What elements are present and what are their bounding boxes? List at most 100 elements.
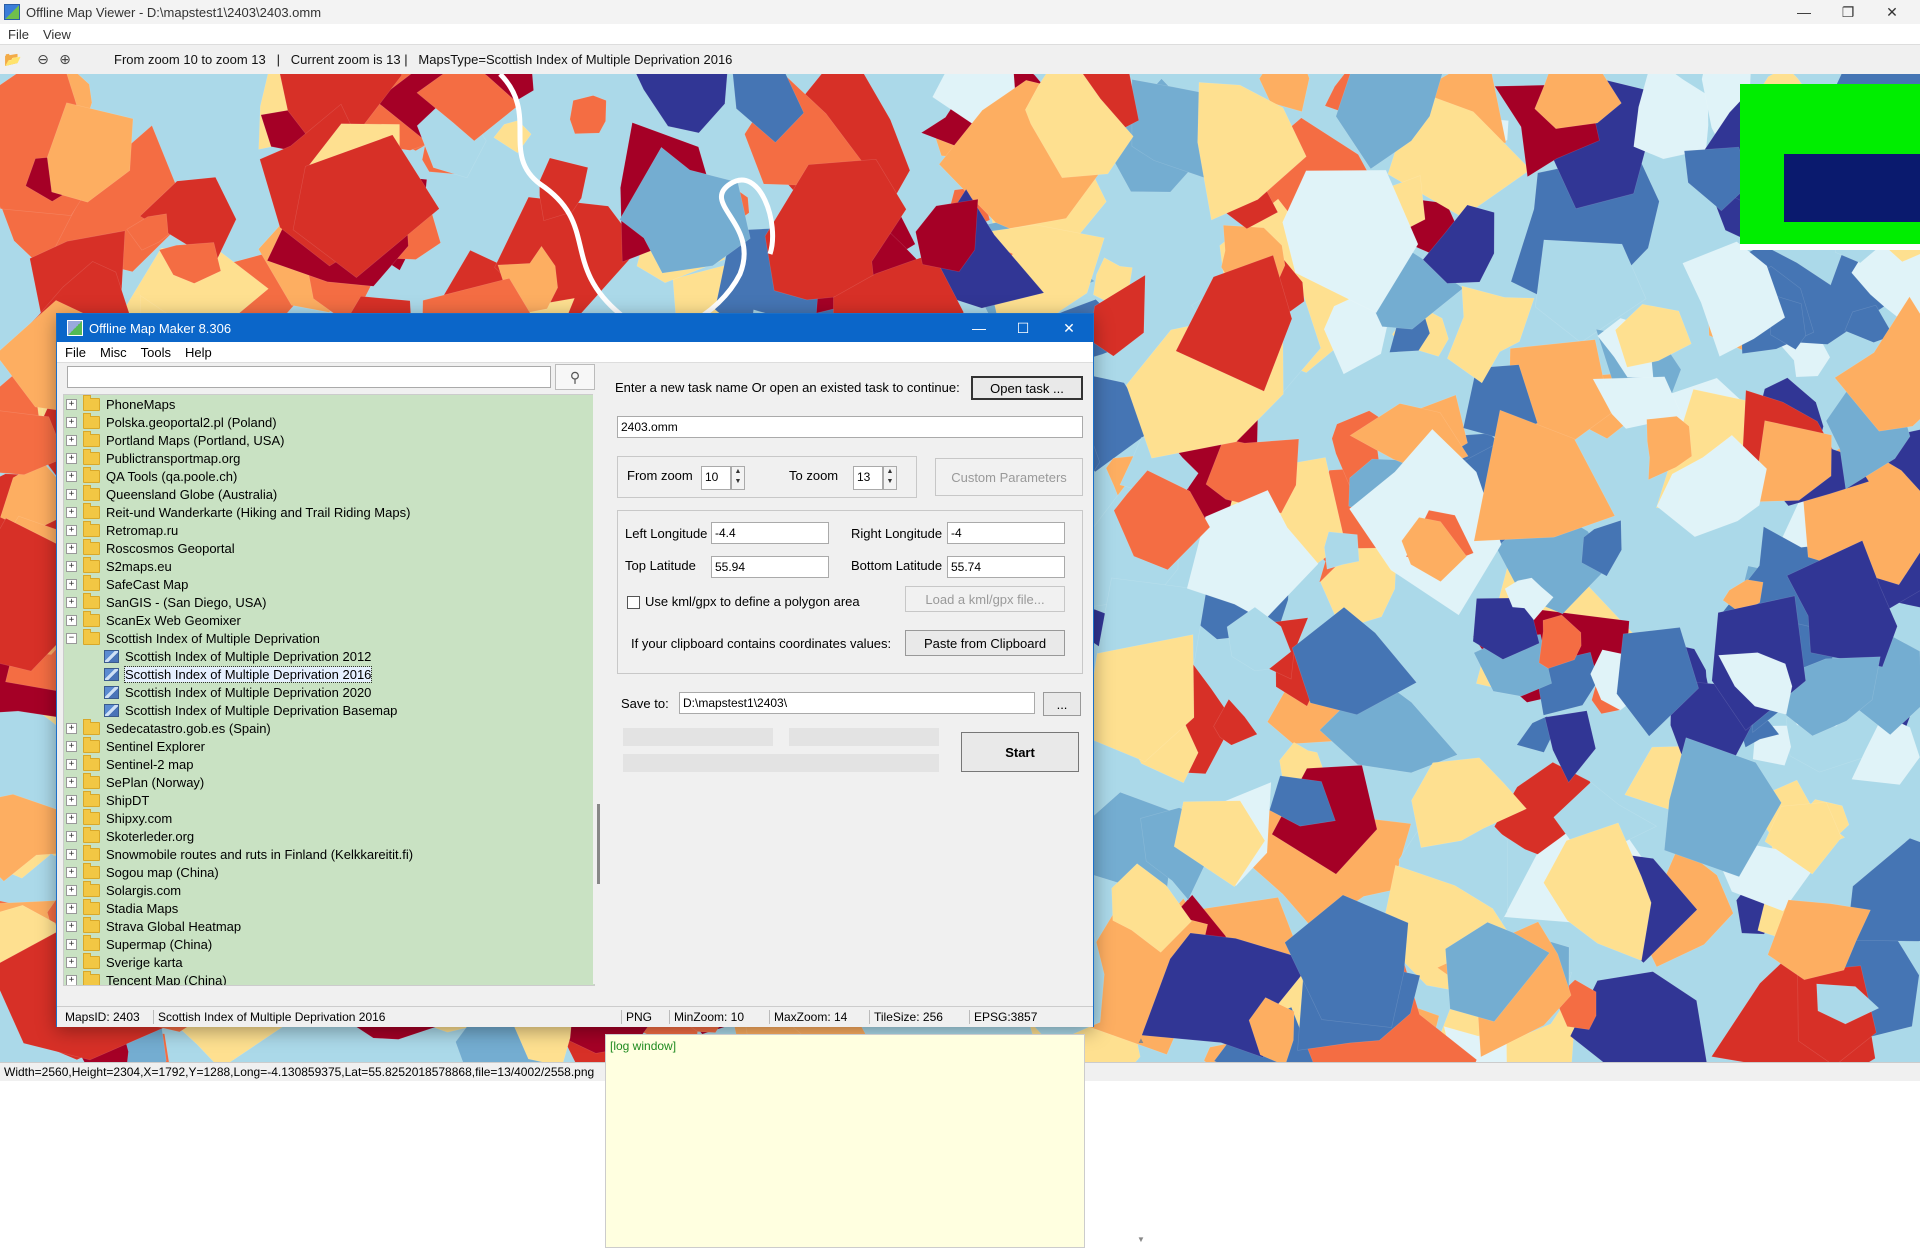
dialog-minimize-icon[interactable]: —: [957, 314, 1001, 342]
menu-file[interactable]: File: [8, 27, 29, 42]
top-latitude-input[interactable]: 55.94: [711, 556, 829, 578]
tree-item[interactable]: Scottish Index of Multiple Deprivation B…: [64, 701, 397, 719]
zoom-out-icon[interactable]: ⊖: [34, 51, 52, 69]
expand-icon[interactable]: +: [66, 812, 77, 824]
tree-item[interactable]: + SafeCast Map: [64, 574, 188, 593]
left-longitude-input[interactable]: -4.4: [711, 522, 829, 544]
tree-item[interactable]: + ScanEx Web Geomixer: [64, 610, 241, 629]
expand-icon[interactable]: +: [66, 938, 77, 950]
restore-icon[interactable]: ❐: [1826, 0, 1870, 24]
expand-icon[interactable]: +: [66, 830, 77, 842]
expand-icon[interactable]: +: [66, 974, 77, 985]
expand-icon[interactable]: +: [66, 758, 77, 770]
tree-scrollbar[interactable]: [593, 394, 605, 984]
tree-item[interactable]: + Sverige karta: [64, 952, 183, 971]
expand-icon[interactable]: +: [66, 884, 77, 896]
tree-item[interactable]: + Sogou map (China): [64, 862, 219, 881]
tree-item[interactable]: + Portland Maps (Portland, USA): [64, 430, 284, 449]
to-zoom-input[interactable]: 13: [853, 466, 883, 490]
tree-item[interactable]: Scottish Index of Multiple Deprivation 2…: [64, 683, 371, 701]
tree-item[interactable]: + Stadia Maps: [64, 898, 178, 917]
tree-item[interactable]: + Skoterleder.org: [64, 826, 194, 845]
load-kml-button[interactable]: Load a kml/gpx file...: [905, 586, 1065, 612]
search-button[interactable]: ⚲: [555, 364, 595, 390]
tree-item[interactable]: + Reit-und Wanderkarte (Hiking and Trail …: [64, 502, 410, 521]
collapse-icon[interactable]: −: [66, 632, 77, 644]
tree-item[interactable]: + Publictransportmap.org: [64, 448, 240, 467]
expand-icon[interactable]: +: [66, 614, 77, 626]
log-scrollbar[interactable]: ▲ ▼: [1135, 1034, 1147, 1246]
bottom-latitude-input[interactable]: 55.74: [947, 556, 1065, 578]
save-to-input[interactable]: D:\mapstest1\2403\: [679, 692, 1035, 714]
tree-item[interactable]: + SanGIS - (San Diego, USA): [64, 592, 266, 611]
expand-icon[interactable]: +: [66, 488, 77, 500]
expand-icon[interactable]: +: [66, 434, 77, 446]
tree-item[interactable]: + Solargis.com: [64, 880, 181, 899]
tree-item[interactable]: + Sedecatastro.gob.es (Spain): [64, 718, 271, 737]
tree-item[interactable]: Scottish Index of Multiple Deprivation 2…: [64, 647, 371, 665]
expand-icon[interactable]: +: [66, 722, 77, 734]
tree-item[interactable]: − Scottish Index of Multiple Deprivation: [64, 628, 320, 647]
map-source-tree[interactable]: + PhoneMaps + Polska.geoportal2.pl (Poland)…: [63, 394, 595, 986]
menu-view[interactable]: View: [43, 27, 71, 42]
from-zoom-input[interactable]: 10: [701, 466, 731, 490]
expand-icon[interactable]: +: [66, 416, 77, 428]
right-longitude-input[interactable]: -4: [947, 522, 1065, 544]
dialog-menu-tools[interactable]: Tools: [141, 345, 171, 360]
dialog-close-icon[interactable]: ✕: [1047, 314, 1091, 342]
tree-item[interactable]: + Tencent Map (China): [64, 970, 227, 985]
expand-icon[interactable]: +: [66, 578, 77, 590]
expand-icon[interactable]: +: [66, 452, 77, 464]
expand-icon[interactable]: +: [66, 902, 77, 914]
close-icon[interactable]: ✕: [1870, 0, 1914, 24]
tree-item[interactable]: Scottish Index of Multiple Deprivation 2…: [64, 665, 373, 683]
expand-icon[interactable]: +: [66, 560, 77, 572]
to-zoom-stepper[interactable]: ▲ ▼: [883, 466, 897, 490]
expand-icon[interactable]: +: [66, 740, 77, 752]
scroll-down-icon[interactable]: ▼: [1137, 1235, 1145, 1244]
tree-item[interactable]: + SePlan (Norway): [64, 772, 204, 791]
tree-item[interactable]: + ShipDT: [64, 790, 149, 809]
expand-icon[interactable]: +: [66, 596, 77, 608]
expand-icon[interactable]: +: [66, 848, 77, 860]
kml-checkbox[interactable]: [627, 596, 640, 609]
tree-item[interactable]: + Shipxy.com: [64, 808, 172, 827]
start-button[interactable]: Start: [961, 732, 1079, 772]
tree-item[interactable]: + Snowmobile routes and ruts in Finland (…: [64, 844, 413, 863]
expand-icon[interactable]: +: [66, 398, 77, 410]
dialog-maximize-icon[interactable]: ☐: [1001, 314, 1045, 342]
tree-item[interactable]: + Sentinel-2 map: [64, 754, 193, 773]
tree-item[interactable]: + Retromap.ru: [64, 520, 178, 539]
tree-item[interactable]: + Strava Global Heatmap: [64, 916, 241, 935]
dialog-menu-help[interactable]: Help: [185, 345, 212, 360]
dialog-menu-file[interactable]: File: [65, 345, 86, 360]
custom-parameters-button[interactable]: Custom Parameters: [935, 458, 1083, 496]
task-name-input[interactable]: 2403.omm: [617, 416, 1083, 438]
dialog-title-bar[interactable]: Offline Map Maker 8.306 — ☐ ✕: [57, 314, 1093, 342]
tree-item[interactable]: + S2maps.eu: [64, 556, 172, 575]
expand-icon[interactable]: +: [66, 506, 77, 518]
tree-item[interactable]: + Roscosmos Geoportal: [64, 538, 235, 557]
expand-icon[interactable]: +: [66, 776, 77, 788]
expand-icon[interactable]: +: [66, 470, 77, 482]
overview-minimap[interactable]: [1740, 84, 1920, 250]
tree-item[interactable]: + Supermap (China): [64, 934, 212, 953]
expand-icon[interactable]: +: [66, 794, 77, 806]
tree-item[interactable]: + Polska.geoportal2.pl (Poland): [64, 412, 277, 431]
expand-icon[interactable]: +: [66, 956, 77, 968]
zoom-in-icon[interactable]: ⊕: [56, 51, 74, 69]
expand-icon[interactable]: +: [66, 920, 77, 932]
open-folder-icon[interactable]: 📂: [4, 51, 22, 69]
expand-icon[interactable]: +: [66, 542, 77, 554]
map-search-input[interactable]: [67, 366, 551, 388]
paste-clipboard-button[interactable]: Paste from Clipboard: [905, 630, 1065, 656]
expand-icon[interactable]: +: [66, 524, 77, 536]
tree-item[interactable]: + Queensland Globe (Australia): [64, 484, 277, 503]
browse-button[interactable]: ...: [1043, 692, 1081, 716]
tree-item[interactable]: + PhoneMaps: [64, 395, 175, 413]
minimize-icon[interactable]: —: [1782, 0, 1826, 24]
from-zoom-stepper[interactable]: ▲ ▼: [731, 466, 745, 490]
tree-item[interactable]: + Sentinel Explorer: [64, 736, 205, 755]
expand-icon[interactable]: +: [66, 866, 77, 878]
tree-item[interactable]: + QA Tools (qa.poole.ch): [64, 466, 237, 485]
